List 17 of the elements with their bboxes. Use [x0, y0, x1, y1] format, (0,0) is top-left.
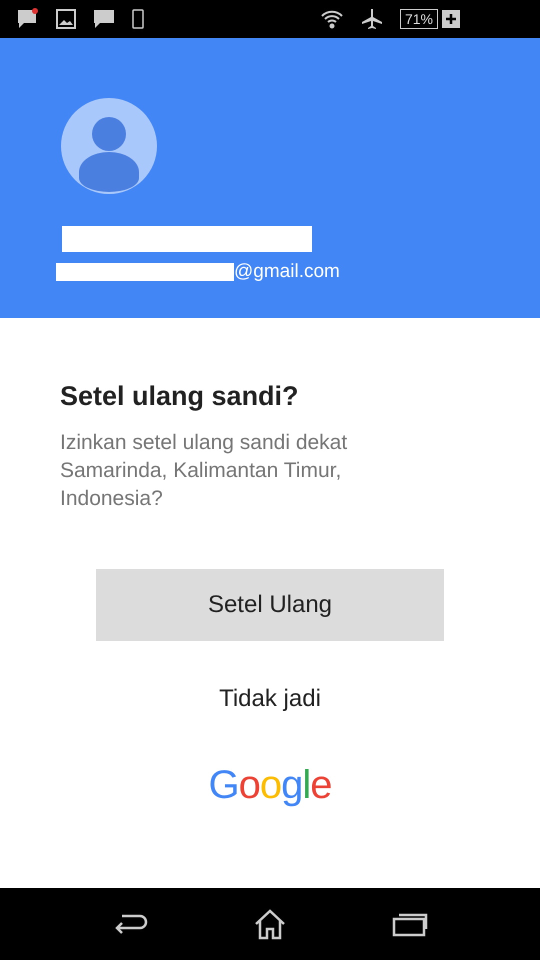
reset-button[interactable]: Setel Ulang [96, 568, 444, 640]
charging-icon [442, 10, 460, 28]
chat-notification-icon [16, 8, 40, 30]
account-email: @gmail.com [234, 260, 340, 284]
airplane-icon [360, 7, 384, 31]
recent-apps-icon[interactable] [392, 911, 428, 937]
google-logo: Google [208, 762, 332, 808]
chat-icon [92, 8, 116, 30]
dialog-message: Izinkan setel ulang sandi dekat Samarinda, Kalimantan Timur, Indonesia? [60, 430, 348, 512]
phone-icon [132, 9, 144, 29]
battery-level: 71% [400, 9, 438, 29]
avatar-icon [61, 98, 157, 194]
wifi-icon [320, 8, 344, 30]
dialog-title: Setel ulang sandi? [60, 380, 300, 413]
home-icon[interactable] [252, 908, 287, 940]
image-icon [56, 9, 76, 29]
cancel-button[interactable]: Tidak jadi [207, 676, 333, 720]
